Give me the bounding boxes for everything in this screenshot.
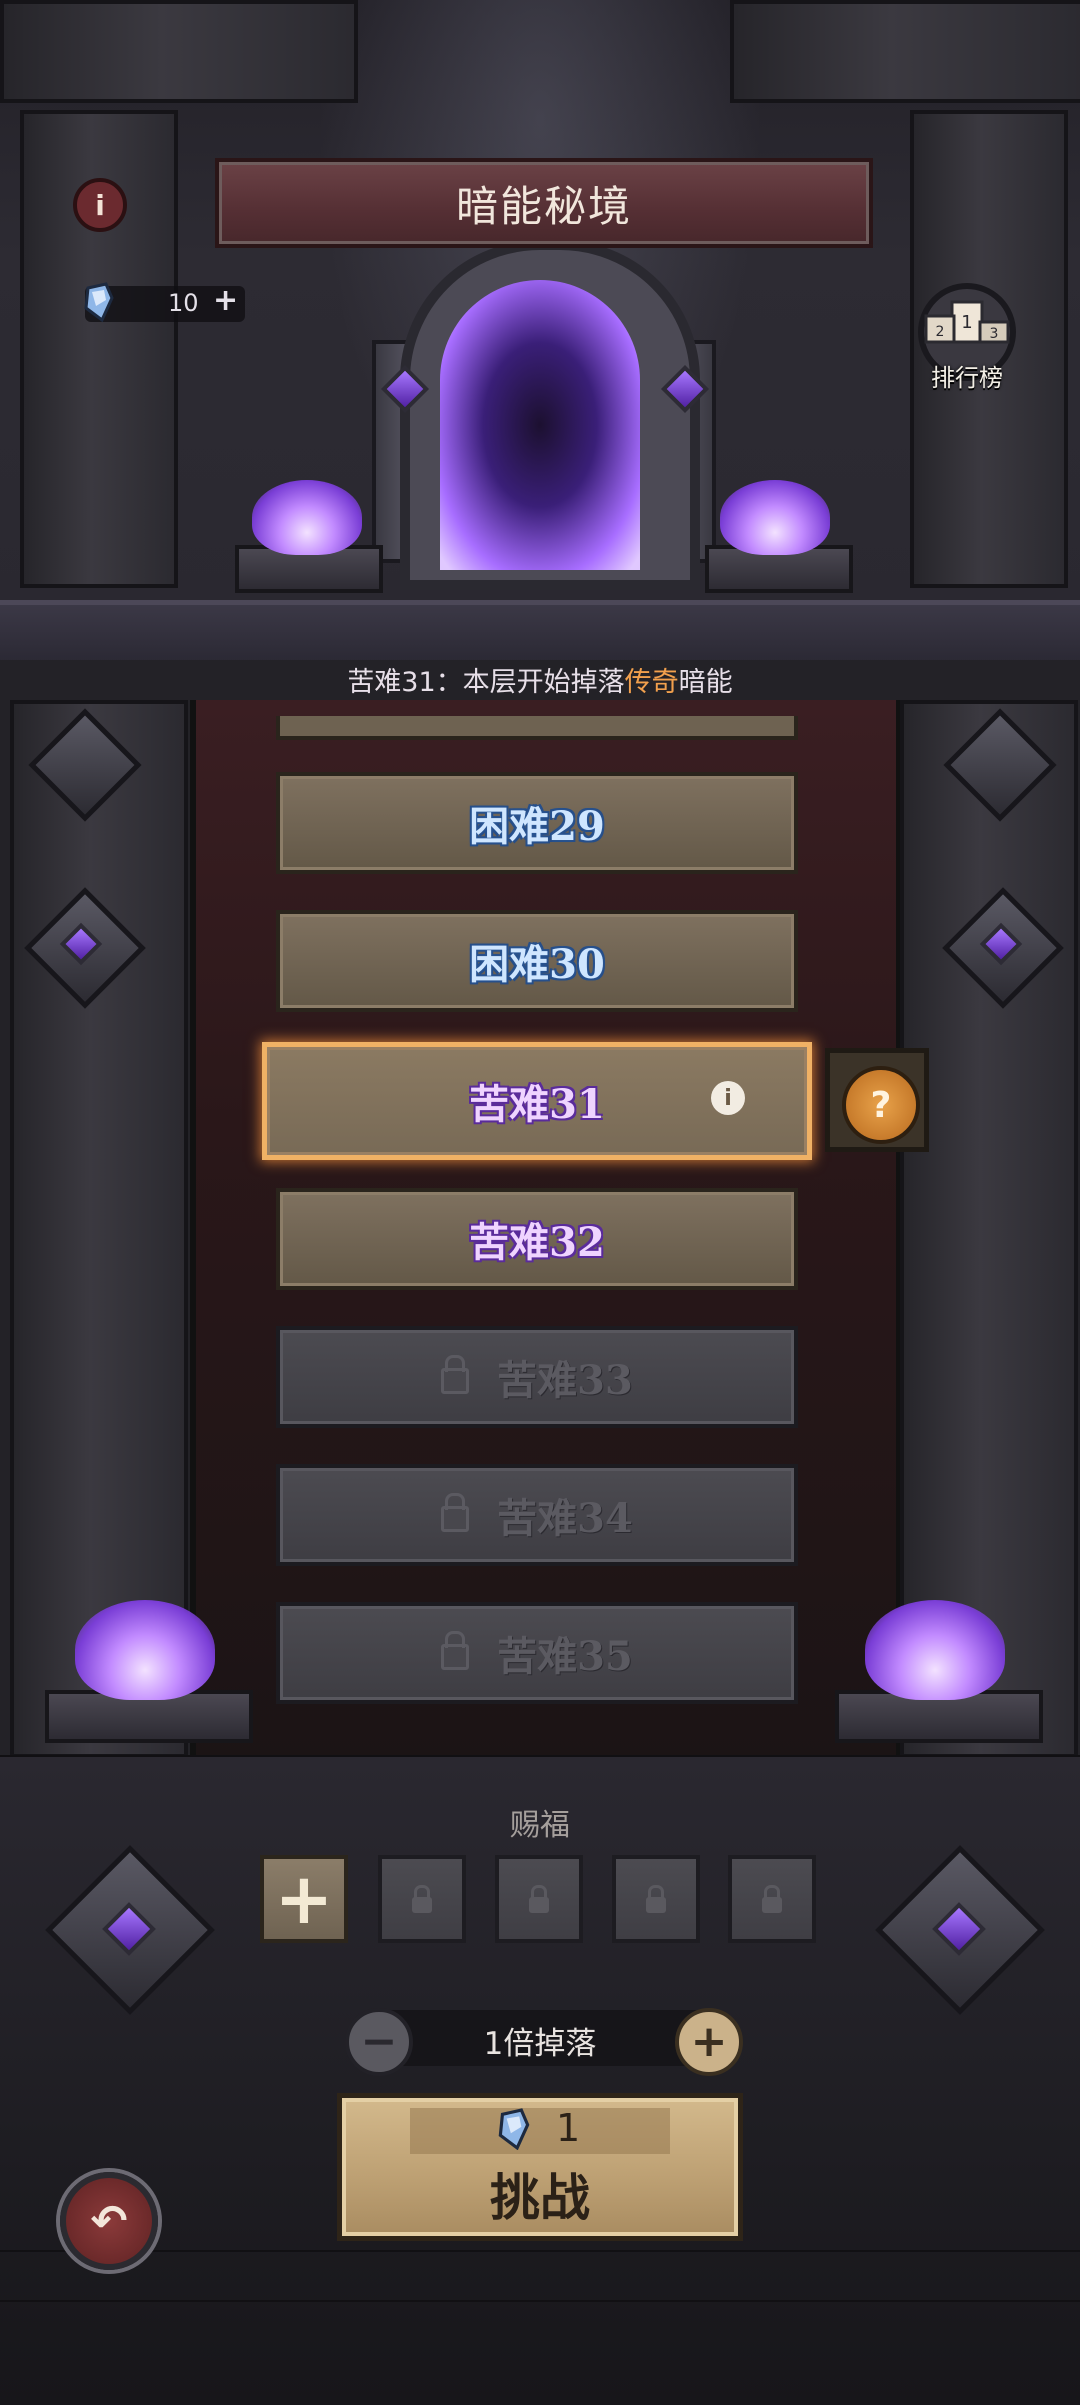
level-label: 困难30 bbox=[469, 941, 605, 988]
level-item-partial[interactable] bbox=[276, 716, 798, 740]
level-item-hard-30[interactable]: 困难30 bbox=[276, 910, 798, 1012]
notice-suffix: 暗能 bbox=[678, 667, 733, 698]
level-info-icon[interactable]: i bbox=[711, 1081, 745, 1115]
back-arrow-icon: ↶ bbox=[90, 2195, 128, 2247]
currency-value: 10 bbox=[168, 289, 199, 317]
level-item-hard-29[interactable]: 困难29 bbox=[276, 772, 798, 874]
top-right-flame bbox=[720, 480, 830, 555]
dark-energy-crystal-icon bbox=[498, 2108, 530, 2150]
bottom-panel-background bbox=[0, 1755, 1080, 2405]
leaderboard-label: 排行榜 bbox=[931, 364, 1003, 392]
top-right-arch bbox=[730, 0, 1080, 103]
level-label: 苦难32 bbox=[469, 1219, 605, 1266]
level-item-pain-34-locked[interactable]: 苦难34 bbox=[276, 1464, 798, 1566]
blessing-slot-locked[interactable] bbox=[495, 1855, 583, 1943]
lock-icon bbox=[441, 1493, 470, 1532]
lock-icon bbox=[441, 1355, 470, 1394]
add-currency-button[interactable]: + bbox=[213, 283, 238, 318]
portal-vortex bbox=[440, 280, 640, 570]
notice-prefix: 苦难31：本层开始掉落 bbox=[347, 667, 625, 698]
level-item-pain-35-locked[interactable]: 苦难35 bbox=[276, 1602, 798, 1704]
question-icon[interactable]: ? bbox=[842, 1066, 920, 1144]
floor-line bbox=[0, 2250, 1080, 2252]
svg-text:2: 2 bbox=[936, 324, 945, 340]
add-blessing-button[interactable]: + bbox=[260, 1855, 348, 1943]
level-label: 苦难33 bbox=[497, 1357, 633, 1404]
floor-line bbox=[0, 1755, 1080, 1757]
left-tower bbox=[10, 700, 188, 1758]
notice-highlight: 传奇 bbox=[624, 667, 679, 698]
challenge-cost-strip bbox=[410, 2108, 670, 2154]
decrease-multiplier-button[interactable]: − bbox=[345, 2008, 413, 2076]
level-item-pain-33-locked[interactable]: 苦难33 bbox=[276, 1326, 798, 1428]
challenge-cost: 1 bbox=[556, 2106, 581, 2150]
back-button[interactable]: ↶ bbox=[60, 2172, 158, 2270]
level-label: 苦难31 bbox=[469, 1081, 605, 1128]
bottom-right-flame bbox=[865, 1600, 1005, 1700]
lock-icon bbox=[441, 1631, 470, 1670]
info-button[interactable]: i bbox=[73, 178, 127, 232]
svg-text:1: 1 bbox=[961, 312, 972, 333]
challenge-label: 挑战 bbox=[490, 2169, 590, 2227]
top-left-flame bbox=[252, 480, 362, 555]
lock-icon bbox=[529, 1885, 549, 1913]
info-icon: i bbox=[95, 188, 105, 222]
blessing-slot-locked[interactable] bbox=[728, 1855, 816, 1943]
blessing-slot-locked[interactable] bbox=[378, 1855, 466, 1943]
increase-multiplier-button[interactable]: + bbox=[675, 2008, 743, 2076]
bottom-left-flame bbox=[75, 1600, 215, 1700]
blessing-title: 赐福 bbox=[510, 1808, 570, 1843]
lock-icon bbox=[762, 1885, 782, 1913]
top-left-arch bbox=[0, 0, 358, 103]
lock-icon bbox=[646, 1885, 666, 1913]
page-title: 暗能秘境 bbox=[215, 158, 873, 248]
dark-energy-crystal-icon bbox=[84, 282, 114, 322]
blessing-slot-locked[interactable] bbox=[612, 1855, 700, 1943]
floor-line bbox=[0, 2300, 1080, 2302]
level-label: 困难29 bbox=[469, 803, 605, 850]
svg-text:3: 3 bbox=[990, 326, 999, 342]
lock-icon bbox=[412, 1885, 432, 1913]
level-label: 苦难34 bbox=[497, 1495, 633, 1542]
level-item-pain-32[interactable]: 苦难32 bbox=[276, 1188, 798, 1290]
floor-drop-notice: 苦难31：本层开始掉落传奇暗能 bbox=[0, 660, 1080, 699]
level-label: 苦难35 bbox=[497, 1633, 633, 1680]
